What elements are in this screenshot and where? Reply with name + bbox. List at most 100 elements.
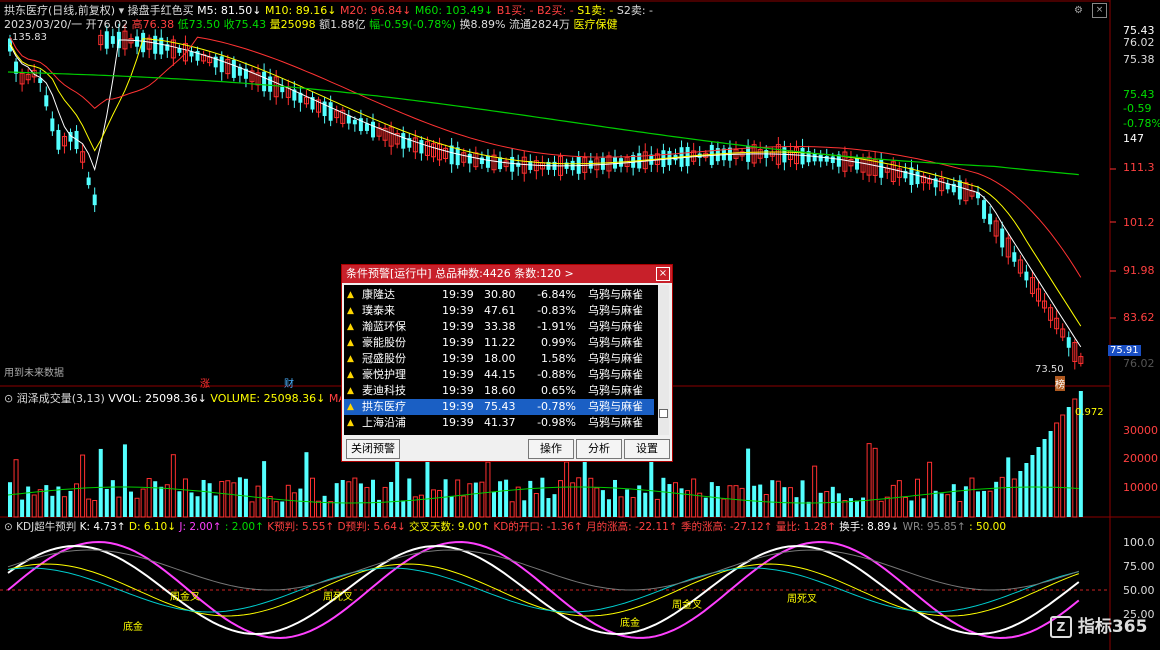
alert-arrow-icon: ▲ bbox=[347, 370, 354, 380]
vol-tick-3: 10000 bbox=[1123, 481, 1158, 494]
kdj-label-weekly-death-2: 周死叉 bbox=[787, 594, 817, 605]
alert-row[interactable]: ▲ 康隆达 19:39 30.80 -6.84% 乌鸦与麻雀 bbox=[344, 287, 654, 303]
volume-bar bbox=[673, 482, 678, 518]
alert-price: 47.61 bbox=[484, 304, 516, 317]
alert-row[interactable]: ▲ 豪悦护理 19:39 44.15 -0.88% 乌鸦与麻雀 bbox=[344, 367, 654, 383]
alert-price: 33.38 bbox=[484, 320, 516, 333]
alert-row[interactable]: ▲ 上海沿浦 19:39 41.37 -0.98% 乌鸦与麻雀 bbox=[344, 415, 654, 431]
sector-value[interactable]: 医疗保健 bbox=[574, 18, 618, 31]
volume-bar bbox=[418, 494, 424, 518]
alert-pct: -0.78% bbox=[537, 400, 576, 413]
volume-bar bbox=[739, 487, 745, 518]
alert-dialog-title[interactable]: 条件预警[运行中] 总品种数:4426 条数:120 > bbox=[342, 265, 672, 283]
alert-row[interactable]: ▲ 瀚蓝环保 19:39 33.38 -1.91% 乌鸦与麻雀 bbox=[344, 319, 654, 335]
volume-bar bbox=[763, 493, 769, 518]
volume-bar bbox=[334, 483, 339, 517]
header-line-2: 2023/03/20/一 开76.02 高76.38 低73.50 收75.43… bbox=[4, 16, 618, 32]
alert-list[interactable]: ▲ 康隆达 19:39 30.80 -6.84% 乌鸦与麻雀 ▲ 璞泰来 19:39 47.61 -… bbox=[344, 285, 658, 435]
volume-bar bbox=[987, 490, 993, 518]
kdj-title[interactable]: KDJ超牛预判 bbox=[16, 521, 76, 533]
candle-body bbox=[988, 213, 993, 225]
watermark: Z 指标365 bbox=[1050, 612, 1147, 638]
alert-list-scrollbar[interactable] bbox=[658, 285, 669, 435]
settings-button[interactable]: 设置 bbox=[624, 439, 670, 459]
tag-bang[interactable]: 榜 bbox=[1055, 376, 1065, 391]
candle-body bbox=[262, 71, 267, 92]
volume-title[interactable]: 润泽成交量(3,13) bbox=[17, 392, 105, 405]
volume-bar bbox=[443, 479, 448, 517]
alert-row[interactable]: ▲ 拱东医疗 19:39 75.43 -0.78% 乌鸦与麻雀 bbox=[344, 399, 654, 415]
change-value: 幅-0.59(-0.78%) bbox=[369, 18, 457, 31]
alert-condition: 乌鸦与麻雀 bbox=[588, 352, 643, 365]
alert-condition: 乌鸦与麻雀 bbox=[588, 336, 643, 349]
alert-price: 18.00 bbox=[484, 352, 516, 365]
kdj-menu-icon[interactable]: ⊙ bbox=[4, 521, 13, 533]
volume-bar bbox=[322, 495, 327, 517]
future-data-note: 用到未来数据 bbox=[4, 368, 64, 379]
stock-name: 豪悦护理 bbox=[362, 368, 406, 381]
volume-bar bbox=[298, 488, 303, 517]
volume-bar bbox=[243, 478, 248, 517]
candle-body bbox=[855, 157, 859, 170]
dpred-value: D预判: 5.64↓ bbox=[337, 521, 406, 533]
volume-bar bbox=[371, 479, 375, 517]
volume-bar bbox=[606, 499, 611, 517]
volume-bar bbox=[1060, 414, 1066, 518]
volume-bar bbox=[564, 461, 570, 518]
volume-bar bbox=[594, 487, 600, 518]
alert-condition: 乌鸦与麻雀 bbox=[588, 384, 643, 397]
alert-row[interactable]: ▲ 麦迪科技 19:39 18.60 0.65% 乌鸦与麻雀 bbox=[344, 383, 654, 399]
price-hidden: 76.02 bbox=[1123, 357, 1155, 370]
settings-icon[interactable]: ⚙ bbox=[1074, 5, 1083, 16]
float-value: 流通2824万 bbox=[509, 18, 571, 31]
candle-body bbox=[498, 157, 503, 170]
dialog-close-button[interactable]: × bbox=[656, 267, 670, 281]
kdj-turnover-value: 换手: 8.89↓ bbox=[839, 521, 900, 533]
volume-bar bbox=[213, 495, 218, 517]
s2-value: S2卖: - bbox=[616, 4, 653, 17]
candle-body bbox=[467, 153, 472, 164]
alert-time: 19:39 bbox=[442, 336, 474, 349]
ma20-line bbox=[9, 36, 1082, 278]
operate-button[interactable]: 操作 bbox=[528, 439, 574, 459]
volume-bar bbox=[758, 484, 763, 517]
volume-bar bbox=[425, 452, 430, 517]
volume-bar bbox=[1030, 455, 1035, 517]
volume-bar bbox=[787, 487, 793, 518]
volume-bar bbox=[654, 498, 660, 518]
volume-bar bbox=[625, 489, 630, 517]
kdj-label-weekly-death-1: 周死叉 bbox=[323, 592, 353, 603]
alert-dialog: 条件预警[运行中] 总品种数:4426 条数:120 > × ▲ 康隆达 19:39… bbox=[341, 264, 673, 462]
analyze-button[interactable]: 分析 bbox=[576, 439, 622, 459]
stock-name: 璞泰来 bbox=[362, 304, 395, 317]
volume-bar bbox=[782, 487, 787, 517]
change-abs: -0.59 bbox=[1123, 102, 1152, 115]
volume-bar bbox=[933, 490, 938, 517]
volume-bar bbox=[110, 480, 115, 517]
volume-bar bbox=[189, 492, 194, 517]
volume-bar bbox=[812, 465, 818, 518]
volume-bar bbox=[818, 492, 823, 517]
volume-bar bbox=[231, 482, 237, 518]
volume-menu-icon[interactable]: ⊙ bbox=[4, 392, 13, 405]
tag-zhang[interactable]: 涨 bbox=[200, 375, 210, 390]
alert-row[interactable]: ▲ 冠盛股份 19:39 18.00 1.58% 乌鸦与麻雀 bbox=[344, 351, 654, 367]
j2-value: : 2.00↑ bbox=[224, 521, 264, 533]
candle-body bbox=[219, 56, 224, 73]
alert-row[interactable]: ▲ 豪能股份 19:39 11.22 0.99% 乌鸦与麻雀 bbox=[344, 335, 654, 351]
alert-pct: -0.88% bbox=[537, 368, 576, 381]
volume-bar bbox=[504, 479, 509, 517]
alert-price: 11.22 bbox=[484, 336, 516, 349]
close-icon[interactable]: × bbox=[1092, 3, 1107, 18]
candle-body bbox=[818, 154, 823, 162]
volume-bar bbox=[733, 485, 739, 518]
tag-cai[interactable]: 财 bbox=[284, 375, 294, 390]
kdj-tick-3: 50.00 bbox=[1123, 584, 1155, 597]
alert-price: 44.15 bbox=[484, 368, 516, 381]
scrollbar-thumb[interactable] bbox=[659, 409, 668, 418]
alert-row[interactable]: ▲ 璞泰来 19:39 47.61 -0.83% 乌鸦与麻雀 bbox=[344, 303, 654, 319]
candle-body bbox=[135, 36, 140, 47]
candle-body bbox=[104, 31, 109, 49]
close-alert-button[interactable]: 关闭预警 bbox=[346, 439, 400, 459]
volume-bar bbox=[273, 501, 279, 518]
